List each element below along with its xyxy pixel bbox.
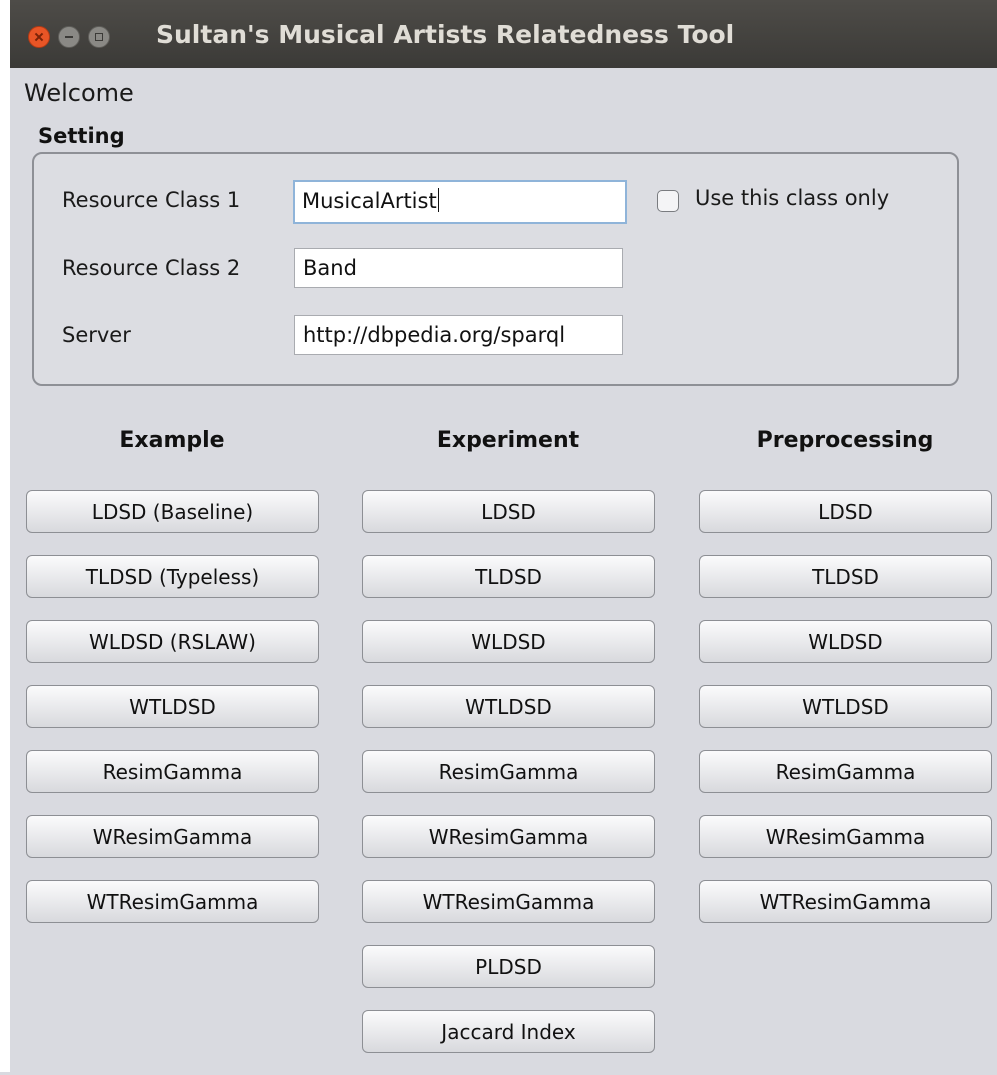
app-window: Sultan's Musical Artists Relatedness Too…: [10, 0, 997, 1072]
preprocessing-wtresimgamma-button[interactable]: WTResimGamma: [699, 880, 992, 923]
preprocessing-tldsd-button[interactable]: TLDSD: [699, 555, 992, 598]
preprocessing-ldsd-button[interactable]: LDSD: [699, 490, 992, 533]
preprocessing-resimgamma-button[interactable]: ResimGamma: [699, 750, 992, 793]
experiment-resimgamma-button[interactable]: ResimGamma: [362, 750, 655, 793]
preprocessing-wresimgamma-button[interactable]: WResimGamma: [699, 815, 992, 858]
maximize-window-icon[interactable]: [88, 26, 110, 48]
experiment-wresimgamma-button[interactable]: WResimGamma: [362, 815, 655, 858]
resource-class-1-input[interactable]: MusicalArtist: [293, 180, 627, 224]
preprocessing-wtldsd-button[interactable]: WTLDSD: [699, 685, 992, 728]
example-ldsd-baseline-button[interactable]: LDSD (Baseline): [26, 490, 319, 533]
example-button-column: LDSD (Baseline) TLDSD (Typeless) WLDSD (…: [26, 490, 319, 945]
welcome-label: Welcome: [24, 79, 134, 107]
title-bar[interactable]: Sultan's Musical Artists Relatedness Too…: [10, 0, 997, 68]
example-tldsd-typeless-button[interactable]: TLDSD (Typeless): [26, 555, 319, 598]
setting-group-title: Setting: [38, 124, 125, 148]
close-window-icon[interactable]: [28, 26, 50, 48]
experiment-ldsd-button[interactable]: LDSD: [362, 490, 655, 533]
resource-class-1-value: MusicalArtist: [302, 189, 437, 213]
server-label: Server: [62, 323, 131, 347]
use-class-only-label[interactable]: Use this class only: [695, 186, 889, 210]
minimize-window-icon[interactable]: [58, 26, 80, 48]
resource-class-2-value: Band: [303, 256, 357, 280]
example-wldsd-rslaw-button[interactable]: WLDSD (RSLAW): [26, 620, 319, 663]
example-wtldsd-button[interactable]: WTLDSD: [26, 685, 319, 728]
resource-class-2-input[interactable]: Band: [294, 248, 623, 288]
example-column-heading: Example: [119, 428, 225, 453]
experiment-wtldsd-button[interactable]: WTLDSD: [362, 685, 655, 728]
experiment-wldsd-button[interactable]: WLDSD: [362, 620, 655, 663]
example-resimgamma-button[interactable]: ResimGamma: [26, 750, 319, 793]
server-input[interactable]: http://dbpedia.org/sparql: [294, 315, 623, 355]
experiment-column-heading: Experiment: [436, 428, 580, 453]
resource-class-1-label: Resource Class 1: [62, 188, 241, 212]
experiment-button-column: LDSD TLDSD WLDSD WTLDSD ResimGamma WResi…: [362, 490, 655, 1075]
experiment-tldsd-button[interactable]: TLDSD: [362, 555, 655, 598]
experiment-jaccard-index-button[interactable]: Jaccard Index: [362, 1010, 655, 1053]
example-wtresimgamma-button[interactable]: WTResimGamma: [26, 880, 319, 923]
resource-class-2-label: Resource Class 2: [62, 256, 241, 280]
preprocessing-button-column: LDSD TLDSD WLDSD WTLDSD ResimGamma WResi…: [699, 490, 992, 945]
text-caret: [437, 188, 439, 212]
window-title: Sultan's Musical Artists Relatedness Too…: [156, 20, 735, 49]
desktop-edge: [0, 0, 10, 1072]
experiment-wtresimgamma-button[interactable]: WTResimGamma: [362, 880, 655, 923]
server-value: http://dbpedia.org/sparql: [303, 323, 566, 347]
experiment-pldsd-button[interactable]: PLDSD: [362, 945, 655, 988]
use-class-only-checkbox[interactable]: [657, 190, 679, 212]
example-wresimgamma-button[interactable]: WResimGamma: [26, 815, 319, 858]
preprocessing-wldsd-button[interactable]: WLDSD: [699, 620, 992, 663]
preprocessing-column-heading: Preprocessing: [756, 428, 934, 453]
